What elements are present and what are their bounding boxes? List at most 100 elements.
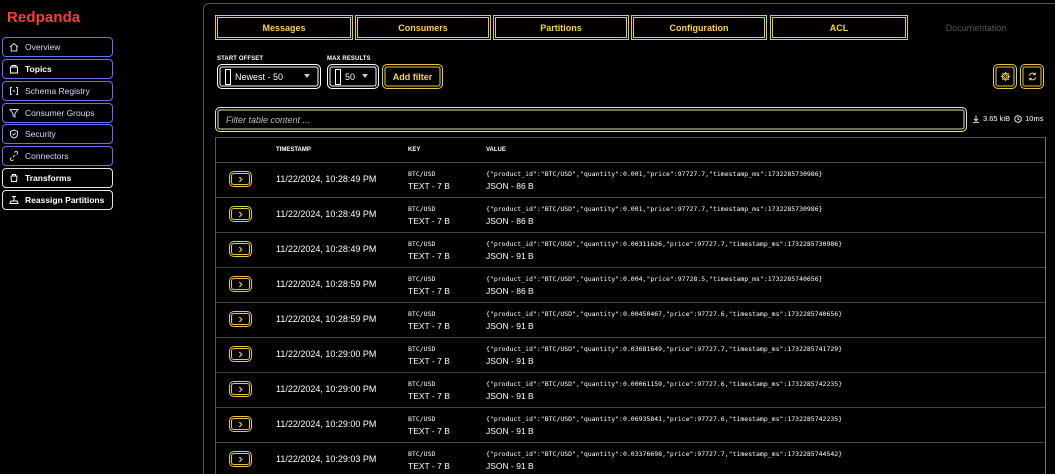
row-timestamp: 11/22/2024, 10:29:00 PM	[276, 419, 377, 429]
sidebar-item-connectors[interactable]: Connectors	[2, 146, 113, 166]
start-offset-select[interactable]: Newest - 50	[217, 64, 321, 89]
download-icon	[973, 115, 979, 123]
row-key-type: TEXT - 7 B	[408, 181, 450, 191]
row-value: {"product_id":"BTC/USD","quantity":0.001…	[486, 205, 823, 213]
row-key: BTC/USD	[408, 205, 436, 213]
expand-row-button[interactable]	[229, 381, 252, 397]
row-key-type: TEXT - 7 B	[408, 321, 450, 331]
row-value-type: JSON - 91 B	[486, 356, 534, 366]
sidebar-item-label: Security	[25, 129, 56, 139]
row-value: {"product_id":"BTC/USD","quantity":0.033…	[486, 450, 843, 458]
table-row[interactable]: 11/22/2024, 10:29:00 PM BTC/USD TEXT - 7 B…	[216, 372, 1045, 407]
row-value: {"product_id":"BTC/USD","quantity":0.001…	[486, 170, 823, 178]
start-offset-label: START OFFSET	[217, 56, 264, 62]
row-key-type: TEXT - 7 B	[408, 286, 450, 296]
table-row[interactable]: 11/22/2024, 10:28:49 PM BTC/USD TEXT - 7 B…	[216, 162, 1045, 197]
max-results-value: 50	[345, 71, 356, 82]
max-results-select[interactable]: 50	[327, 64, 379, 89]
expand-row-button[interactable]	[229, 206, 252, 222]
sidebar-item-label: Schema Registry	[25, 86, 90, 96]
link-icon	[9, 151, 19, 161]
row-timestamp: 11/22/2024, 10:29:03 PM	[276, 454, 377, 464]
row-value: {"product_id":"BTC/USD","quantity":0.004…	[486, 275, 823, 283]
clock-icon	[1014, 114, 1022, 123]
tab-acl[interactable]: ACL	[770, 15, 908, 40]
chevron-right-icon	[238, 176, 243, 182]
cursor-icon	[335, 68, 341, 85]
cursor-icon	[225, 68, 231, 85]
tab-configuration[interactable]: Configuration	[631, 15, 767, 40]
row-timestamp: 11/22/2024, 10:28:49 PM	[276, 209, 377, 219]
expand-row-button[interactable]	[229, 451, 252, 467]
chevron-right-icon	[238, 421, 243, 427]
sidebar-item-schema-registry[interactable]: Schema Registry	[2, 81, 113, 101]
table-row[interactable]: 11/22/2024, 10:29:03 PM BTC/USD TEXT - 7 B…	[216, 442, 1045, 474]
sidebar-item-overview[interactable]: Overview	[2, 37, 113, 57]
row-key: BTC/USD	[408, 380, 436, 388]
expand-row-button[interactable]	[229, 416, 252, 432]
tab-messages[interactable]: Messages	[215, 15, 353, 40]
expand-row-button[interactable]	[229, 171, 252, 187]
sidebar-item-label: Reassign Partitions	[25, 195, 105, 205]
chevron-right-icon	[238, 281, 243, 287]
chevron-down-icon	[362, 74, 368, 78]
add-filter-button[interactable]: Add filter	[382, 64, 443, 89]
row-value-type: JSON - 91 B	[486, 391, 534, 401]
chevron-down-icon	[304, 74, 310, 78]
table-row[interactable]: 11/22/2024, 10:29:00 PM BTC/USD TEXT - 7 B…	[216, 407, 1045, 442]
row-value-type: JSON - 91 B	[486, 321, 534, 331]
tab-partitions[interactable]: Partitions	[493, 15, 629, 40]
reassign-icon	[9, 196, 19, 204]
chevron-right-icon	[238, 211, 243, 217]
sidebar-item-security[interactable]: Security	[2, 124, 113, 144]
expand-row-button[interactable]	[229, 276, 252, 292]
messages-table: TIMESTAMP KEY VALUE 11/22/2024, 10:28:49…	[215, 137, 1046, 474]
chevron-right-icon	[238, 246, 243, 252]
schema-icon	[10, 87, 18, 95]
table-row[interactable]: 11/22/2024, 10:28:59 PM BTC/USD TEXT - 7 B…	[216, 267, 1045, 302]
settings-button[interactable]	[993, 64, 1017, 89]
row-value: {"product_id":"BTC/USD","quantity":0.004…	[486, 310, 843, 318]
sidebar: Redpanda Overview Topics Schema Registry…	[0, 0, 120, 474]
refresh-button[interactable]	[1020, 64, 1044, 89]
topics-icon	[10, 65, 18, 74]
row-key-type: TEXT - 7 B	[408, 426, 450, 436]
row-timestamp: 11/22/2024, 10:28:49 PM	[276, 174, 377, 184]
table-row[interactable]: 11/22/2024, 10:29:00 PM BTC/USD TEXT - 7 B…	[216, 337, 1045, 372]
row-value: {"product_id":"BTC/USD","quantity":0.036…	[486, 345, 843, 353]
table-row[interactable]: 11/22/2024, 10:28:59 PM BTC/USD TEXT - 7 B…	[216, 302, 1045, 337]
chevron-right-icon	[238, 316, 243, 322]
expand-row-button[interactable]	[229, 241, 252, 257]
sidebar-item-label: Consumer Groups	[25, 108, 95, 118]
duration-text: 10ms	[1025, 114, 1044, 123]
row-key-type: TEXT - 7 B	[408, 251, 450, 261]
row-key: BTC/USD	[408, 310, 436, 318]
sidebar-item-label: Transforms	[25, 173, 72, 183]
chevron-right-icon	[238, 456, 243, 462]
filter-input[interactable]: Filter table content ...	[215, 107, 967, 132]
sidebar-item-reassign-partitions[interactable]: Reassign Partitions	[2, 190, 113, 210]
row-value-type: JSON - 91 B	[486, 251, 534, 261]
shield-icon	[10, 129, 18, 139]
chevron-right-icon	[238, 386, 243, 392]
table-header: TIMESTAMP KEY VALUE	[216, 138, 1045, 162]
row-timestamp: 11/22/2024, 10:28:59 PM	[276, 279, 377, 289]
row-key: BTC/USD	[408, 415, 436, 423]
sidebar-item-label: Overview	[25, 42, 61, 52]
expand-row-button[interactable]	[229, 311, 252, 327]
table-row[interactable]: 11/22/2024, 10:28:49 PM BTC/USD TEXT - 7 B…	[216, 197, 1045, 232]
gear-icon	[1000, 71, 1010, 82]
tab-consumers[interactable]: Consumers	[355, 15, 491, 40]
row-timestamp: 11/22/2024, 10:29:00 PM	[276, 384, 377, 394]
sidebar-item-topics[interactable]: Topics	[2, 59, 113, 79]
header-key: KEY	[408, 147, 421, 153]
row-value-type: JSON - 91 B	[486, 426, 534, 436]
expand-row-button[interactable]	[229, 346, 252, 362]
sidebar-item-consumer-groups[interactable]: Consumer Groups	[2, 103, 113, 123]
refresh-icon	[1028, 72, 1036, 81]
sidebar-item-transforms[interactable]: Transforms	[2, 168, 113, 188]
row-timestamp: 11/22/2024, 10:29:00 PM	[276, 349, 377, 359]
table-row[interactable]: 11/22/2024, 10:28:49 PM BTC/USD TEXT - 7 B…	[216, 232, 1045, 267]
tab-documentation[interactable]: Documentation	[908, 15, 1044, 40]
brand-logo[interactable]: Redpanda	[7, 9, 80, 26]
